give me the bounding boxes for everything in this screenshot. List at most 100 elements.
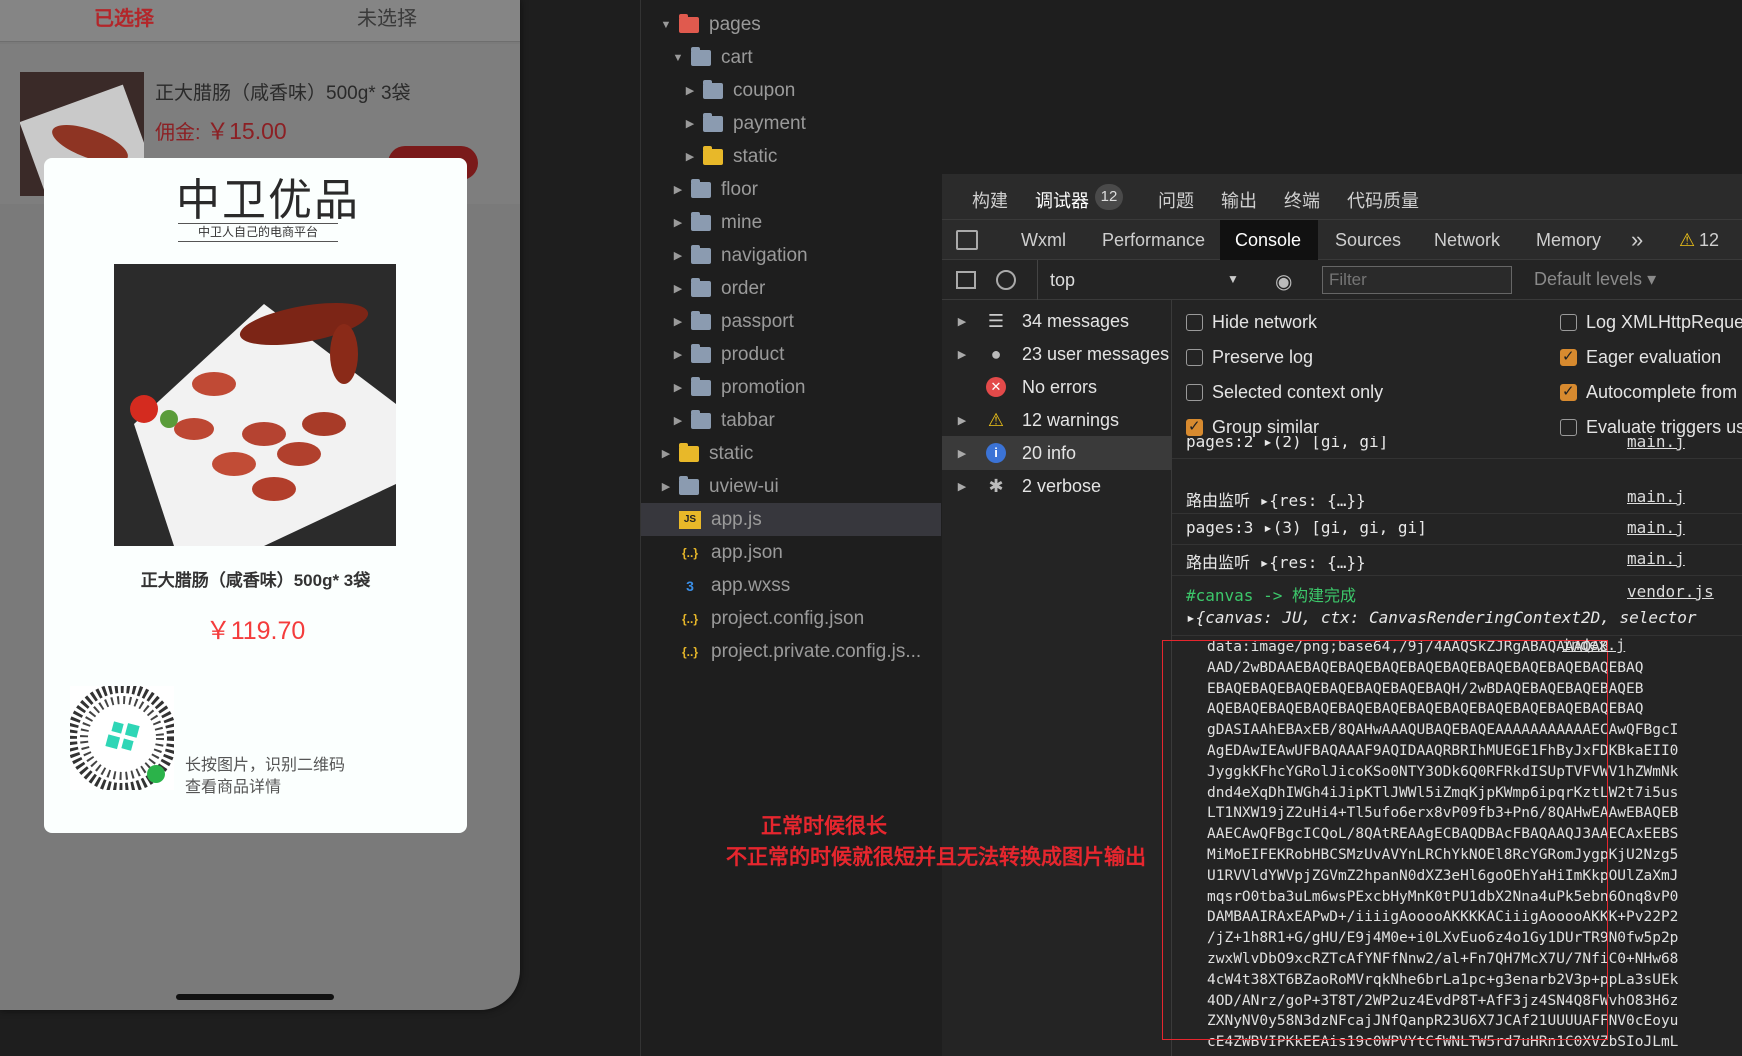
- chevron-right-icon[interactable]: ▶: [671, 414, 685, 427]
- checkbox-preserve-log[interactable]: [1186, 349, 1203, 366]
- console-log-source[interactable]: main.j: [1627, 487, 1685, 506]
- eye-icon[interactable]: ◉: [1275, 269, 1292, 294]
- tab-wxml[interactable]: Wxml: [1021, 230, 1066, 251]
- checkbox-eager-evaluation[interactable]: [1560, 347, 1577, 366]
- chevron-right-icon[interactable]: ▶: [942, 447, 982, 460]
- tree-item-app-wxss[interactable]: 3 app.wxss: [641, 569, 941, 602]
- checkbox-label[interactable]: Preserve log: [1212, 347, 1313, 368]
- checkbox-autocomplete-from[interactable]: [1560, 382, 1577, 401]
- chevron-right-icon[interactable]: ▶: [942, 414, 982, 427]
- chevron-right-icon[interactable]: ▶: [671, 249, 685, 262]
- chevron-down-icon[interactable]: ▼: [659, 19, 673, 31]
- console-log-source[interactable]: main.j: [1627, 518, 1685, 537]
- checkbox-label[interactable]: Hide network: [1212, 312, 1317, 333]
- sidebar-item-user-messages[interactable]: ▶ ● 23 user messages: [942, 337, 1172, 371]
- tab-build[interactable]: 构建: [972, 187, 1008, 213]
- sidebar-item-info[interactable]: ▶ i 20 info: [942, 436, 1172, 470]
- chevron-right-icon[interactable]: ▶: [683, 150, 697, 163]
- tab-issues[interactable]: 问题: [1158, 187, 1194, 213]
- chevron-right-icon[interactable]: ▶: [671, 183, 685, 196]
- console-log-source[interactable]: main.j: [1627, 549, 1685, 568]
- chevron-right-icon[interactable]: ▶: [671, 348, 685, 361]
- tab-performance[interactable]: Performance: [1102, 230, 1205, 251]
- tree-item-cart[interactable]: ▼ cart: [641, 41, 941, 74]
- checkbox-label[interactable]: Eager evaluation: [1586, 347, 1721, 368]
- tree-item-navigation[interactable]: ▶ navigation: [641, 239, 941, 272]
- tree-item-pages[interactable]: ▼ pages: [641, 8, 941, 41]
- tab-console[interactable]: Console: [1235, 230, 1301, 251]
- tree-item-promotion[interactable]: ▶ promotion: [641, 371, 941, 404]
- qr-code-icon[interactable]: [67, 683, 177, 793]
- console-log-text[interactable]: 路由监听 ▸{res: {…}}: [1186, 549, 1366, 573]
- checkbox-label[interactable]: Evaluate triggers use: [1586, 417, 1742, 438]
- tab-network[interactable]: Network: [1434, 230, 1500, 251]
- tree-item-coupon[interactable]: ▶ coupon: [641, 74, 941, 107]
- warnings-count[interactable]: 12: [1699, 230, 1719, 251]
- tab-selected[interactable]: 已选择: [94, 2, 154, 31]
- tree-item-mine[interactable]: ▶ mine: [641, 206, 941, 239]
- sidebar-item-messages[interactable]: ▶ ☰ 34 messages: [942, 304, 1172, 338]
- chevron-right-icon[interactable]: ▶: [671, 381, 685, 394]
- filter-input[interactable]: [1322, 266, 1512, 294]
- context-selector[interactable]: top: [1050, 270, 1075, 291]
- b64-log-source[interactable]: index.j: [1562, 636, 1625, 654]
- tab-output[interactable]: 输出: [1221, 187, 1257, 213]
- default-levels-dropdown[interactable]: Default levels ▾: [1534, 269, 1656, 290]
- console-log-text[interactable]: pages:2 ▸(2) [gi, gi]: [1186, 436, 1388, 451]
- tab-sources[interactable]: Sources: [1335, 230, 1401, 251]
- chevron-right-icon[interactable]: ▶: [671, 216, 685, 229]
- chevron-right-icon[interactable]: ▶: [683, 84, 697, 97]
- tab-debugger[interactable]: 调试器: [1035, 187, 1089, 213]
- tree-item-app-js[interactable]: JS app.js: [641, 503, 941, 536]
- tree-item-order[interactable]: ▶ order: [641, 272, 941, 305]
- console-log-source[interactable]: main.j: [1627, 436, 1685, 451]
- checkbox-hide-network[interactable]: [1186, 314, 1203, 331]
- tree-item-static[interactable]: ▶ static: [641, 437, 941, 470]
- canvas-log-object[interactable]: ▸{canvas: JU, ctx: CanvasRenderingContex…: [1186, 608, 1697, 627]
- more-tabs-icon[interactable]: »: [1631, 227, 1643, 253]
- tree-item-uview-ui[interactable]: ▶ uview-ui: [641, 470, 941, 503]
- chevron-right-icon[interactable]: ▶: [671, 282, 685, 295]
- checkbox-label[interactable]: Log XMLHttpReque: [1586, 312, 1742, 333]
- chevron-right-icon[interactable]: ▶: [942, 348, 982, 361]
- checkbox-log-xmlhttpreque[interactable]: [1560, 314, 1577, 331]
- chevron-right-icon[interactable]: ▶: [659, 447, 673, 460]
- tree-item-project-config-json[interactable]: {..} project.config.json: [641, 602, 941, 635]
- sidebar-item-verbose[interactable]: ▶ ✱ 2 verbose: [942, 469, 1172, 503]
- checkbox-label[interactable]: Autocomplete from: [1586, 382, 1737, 403]
- checkbox-evaluate-triggers-use[interactable]: [1560, 419, 1577, 436]
- tab-memory[interactable]: Memory: [1536, 230, 1601, 251]
- tab-terminal[interactable]: 终端: [1284, 187, 1320, 213]
- chevron-right-icon[interactable]: ▶: [942, 480, 982, 493]
- chevron-right-icon[interactable]: ▶: [683, 117, 697, 130]
- tree-item-project-private-config-js-[interactable]: {..} project.private.config.js...: [641, 635, 941, 668]
- console-log-text[interactable]: 路由监听 ▸{res: {…}}: [1186, 487, 1366, 511]
- checkbox-label[interactable]: Selected context only: [1212, 382, 1383, 403]
- chevron-right-icon[interactable]: ▶: [942, 315, 982, 328]
- console-log-text[interactable]: pages:3 ▸(3) [gi, gi, gi]: [1186, 518, 1427, 537]
- warning-icon[interactable]: ⚠: [1679, 230, 1695, 251]
- chevron-down-icon[interactable]: ▼: [1227, 272, 1239, 286]
- canvas-log-source[interactable]: vendor.js: [1627, 582, 1714, 601]
- clear-console-icon[interactable]: [996, 270, 1016, 290]
- sidebar-item-warnings[interactable]: ▶ ⚠ 12 warnings: [942, 403, 1172, 437]
- folder-icon: [691, 178, 711, 198]
- tree-item-static[interactable]: ▶ static: [641, 140, 941, 173]
- checkbox-group-similar[interactable]: [1186, 417, 1203, 436]
- tree-item-payment[interactable]: ▶ payment: [641, 107, 941, 140]
- checkbox-label[interactable]: Group similar: [1212, 417, 1319, 438]
- tree-item-floor[interactable]: ▶ floor: [641, 173, 941, 206]
- tab-unselected[interactable]: 未选择: [357, 2, 417, 31]
- tree-item-product[interactable]: ▶ product: [641, 338, 941, 371]
- chevron-right-icon[interactable]: ▶: [659, 480, 673, 493]
- checkbox-selected-context-only[interactable]: [1186, 384, 1203, 401]
- tree-item-app-json[interactable]: {..} app.json: [641, 536, 941, 569]
- chevron-right-icon[interactable]: ▶: [671, 315, 685, 328]
- sidebar-toggle-icon[interactable]: [956, 271, 976, 289]
- chevron-down-icon[interactable]: ▼: [671, 52, 685, 64]
- tab-code-quality[interactable]: 代码质量: [1347, 187, 1419, 213]
- tree-item-passport[interactable]: ▶ passport: [641, 305, 941, 338]
- tree-item-tabbar[interactable]: ▶ tabbar: [641, 404, 941, 437]
- sidebar-item-errors[interactable]: ✕ No errors: [942, 370, 1172, 404]
- inspect-icon[interactable]: [956, 230, 978, 250]
